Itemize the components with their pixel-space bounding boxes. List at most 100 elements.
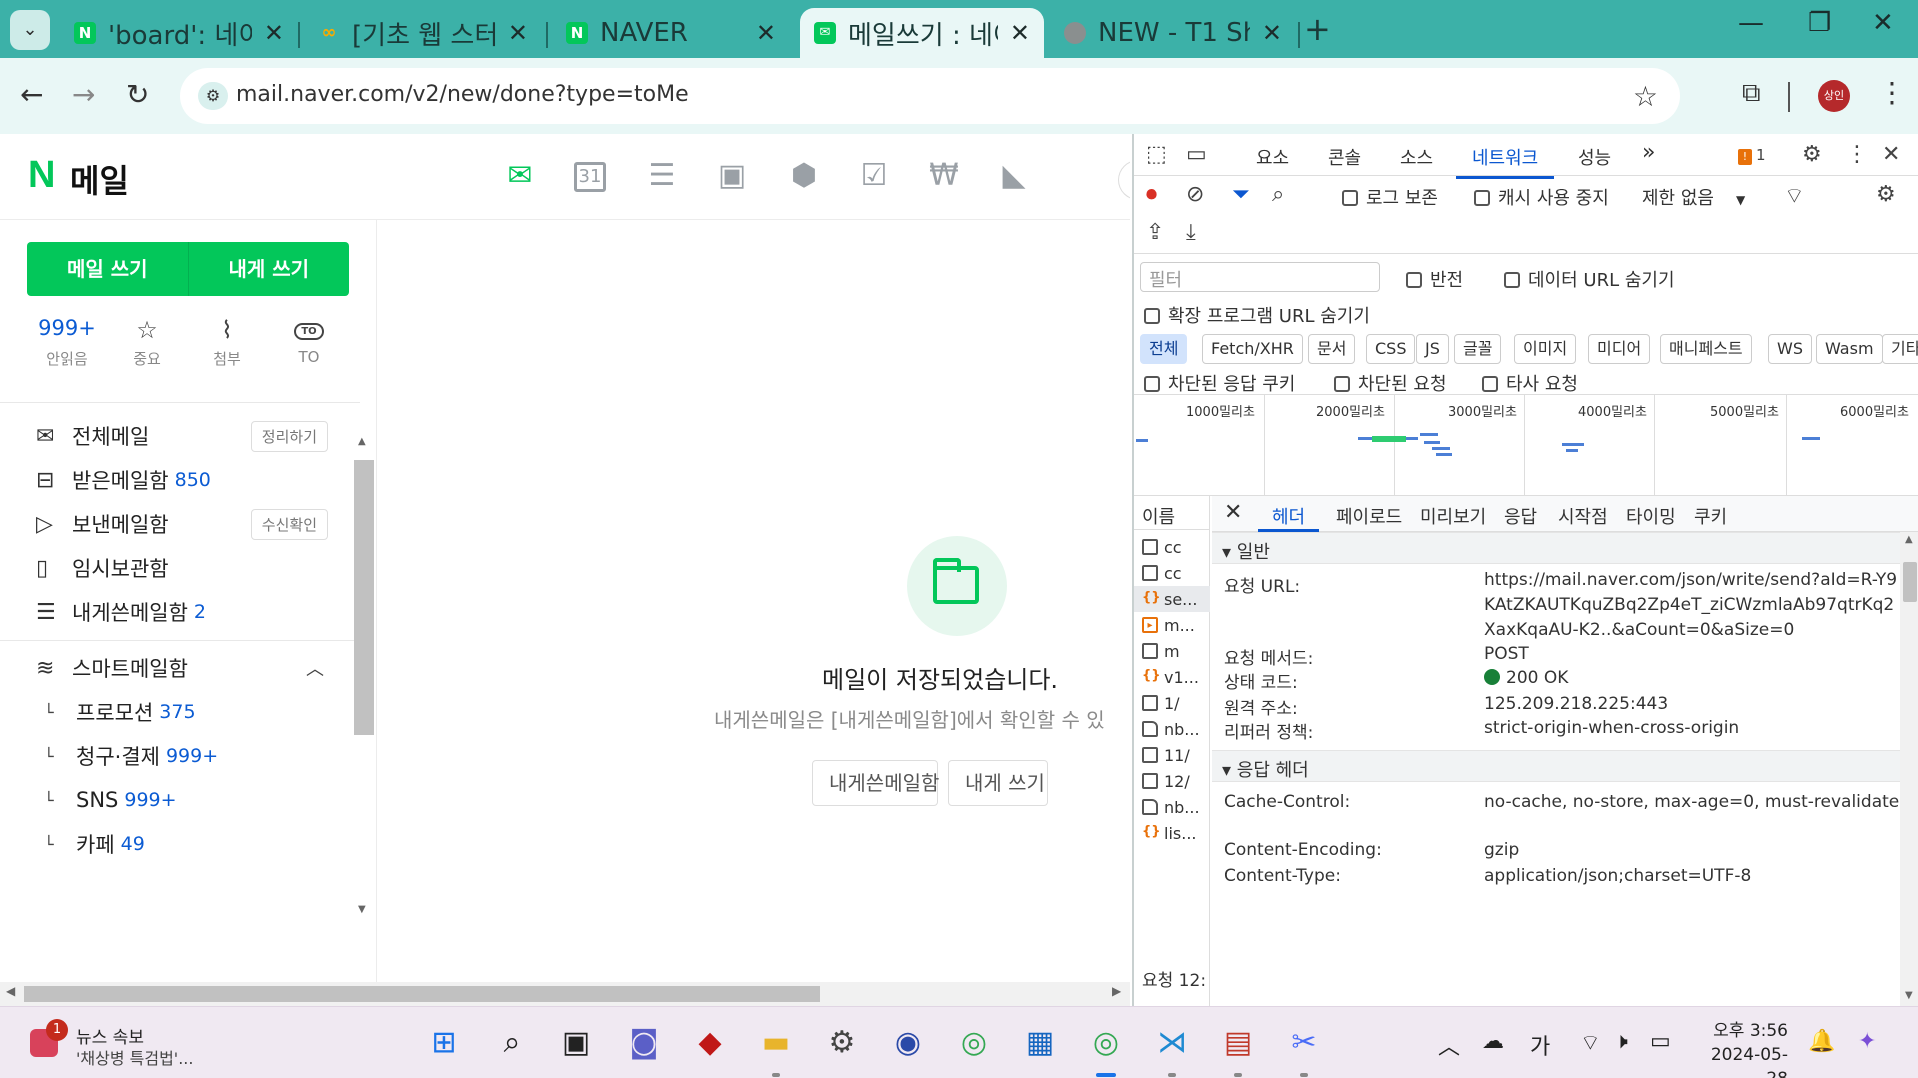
close-window-icon[interactable]: ✕ <box>1872 8 1894 38</box>
compose-self-button[interactable]: 내게 쓰기 <box>189 242 350 296</box>
search-icon[interactable]: ⌕ <box>492 1023 532 1063</box>
browser-tab-1[interactable]: ∞ [기초 웹 스터디 3 ✕ <box>304 8 542 58</box>
tab-timing[interactable]: 타이밍 <box>1626 503 1676 529</box>
chevron-up-icon[interactable]: ︿ <box>306 655 324 681</box>
search-icon[interactable]: ⌕ <box>1272 182 1284 207</box>
wifi-conditions-icon[interactable]: ⌔ <box>1784 182 1805 210</box>
folder-to-me[interactable]: ☰ 내게쓴메일함 2 <box>36 594 336 630</box>
folder-drafts[interactable]: ▯ 임시보관함 <box>36 550 336 586</box>
store-icon[interactable]: ▦ <box>1020 1023 1060 1063</box>
request-row[interactable]: 12/ <box>1134 768 1210 794</box>
scroll-up-icon[interactable]: ▲ <box>1905 534 1913 545</box>
chrome-icon[interactable]: ◎ <box>954 1023 994 1063</box>
back-icon[interactable]: ← <box>20 78 43 111</box>
type-filter-css[interactable]: CSS <box>1366 334 1416 364</box>
hide-extension-urls-checkbox[interactable]: 확장 프로그램 URL 숨기기 <box>1144 302 1370 328</box>
type-filter-image[interactable]: 이미지 <box>1514 334 1577 364</box>
scrollbar-thumb[interactable] <box>1903 562 1917 602</box>
folder-sent[interactable]: ▷ 보낸메일함 수신확인 <box>36 506 336 542</box>
copilot-icon[interactable]: ✦ <box>1858 1029 1876 1054</box>
subfolder-promotion[interactable]: └ 프로모션 375 <box>44 694 196 730</box>
forward-icon[interactable]: → <box>72 78 95 111</box>
box-icon[interactable]: ⬢ <box>786 158 822 194</box>
checkbox[interactable] <box>1504 272 1520 288</box>
tab-initiator[interactable]: 시작점 <box>1558 503 1608 529</box>
quick-attachment[interactable]: ⌇ 첨부 <box>190 316 264 369</box>
quick-important[interactable]: ☆ 중요 <box>110 316 184 369</box>
scroll-left-icon[interactable]: ◀ <box>6 984 15 998</box>
reload-icon[interactable]: ↻ <box>126 78 149 111</box>
general-section-header[interactable]: ▾ 일반 <box>1212 532 1918 564</box>
write-to-self-button[interactable]: 내게 쓰기 <box>948 760 1048 806</box>
type-filter-fetch-xhr[interactable]: Fetch/XHR <box>1202 334 1303 364</box>
close-devtools-icon[interactable]: ✕ <box>1882 142 1900 167</box>
request-row[interactable]: ▸ m... <box>1134 612 1210 638</box>
subfolder-billing[interactable]: └ 청구·결제 999+ <box>44 738 218 774</box>
settings-icon[interactable]: ⚙ <box>822 1023 862 1063</box>
sidebar-scrollbar[interactable]: ▲ ▼ <box>352 436 374 1006</box>
scroll-down-icon[interactable]: ▼ <box>358 904 366 915</box>
browser-tab-2[interactable]: N NAVER ✕ <box>552 8 790 58</box>
type-filter-other[interactable]: 기타 <box>1882 334 1918 364</box>
tab-payload[interactable]: 페이로드 <box>1336 503 1402 529</box>
hide-data-urls-checkbox[interactable]: 데이터 URL 숨기기 <box>1504 266 1675 292</box>
subfolder-sns[interactable]: └ SNS 999+ <box>44 782 177 818</box>
battery-icon[interactable]: ▭ <box>1650 1029 1671 1054</box>
request-row[interactable]: nb... <box>1134 716 1210 742</box>
tab-response[interactable]: 응답 <box>1504 503 1537 529</box>
compose-mail-button[interactable]: 메일 쓰기 <box>27 242 189 296</box>
issues-counter[interactable]: ! 1 <box>1738 146 1766 165</box>
network-settings-icon[interactable]: ⚙ <box>1876 182 1896 207</box>
request-row[interactable]: {} v1... <box>1134 664 1210 690</box>
throttle-select[interactable]: 제한 없음 ▼ <box>1642 184 1745 210</box>
request-row-selected[interactable]: {} se... <box>1134 586 1210 612</box>
invert-checkbox[interactable]: 반전 <box>1406 266 1463 292</box>
settings-gear-icon[interactable]: ⚙ <box>1802 142 1822 167</box>
subfolder-cafe[interactable]: └ 카페 49 <box>44 826 145 862</box>
contacts-icon[interactable]: ▣ <box>714 158 750 194</box>
url-text[interactable]: mail.naver.com/v2/new/done?type=toMe <box>236 82 689 107</box>
checkbox[interactable] <box>1144 376 1160 392</box>
wifi-icon[interactable]: ⌔ <box>1580 1029 1601 1057</box>
response-headers-section-header[interactable]: ▾ 응답 헤더 <box>1212 750 1918 782</box>
file-explorer-icon[interactable]: ▬ <box>756 1023 796 1077</box>
request-row[interactable]: cc <box>1134 534 1210 560</box>
type-filter-media[interactable]: 미디어 <box>1588 334 1651 364</box>
record-stop-icon[interactable]: ⏺ <box>1146 182 1157 207</box>
filter-input[interactable]: 필터 <box>1140 262 1380 292</box>
close-icon[interactable]: ✕ <box>264 19 284 47</box>
preserve-log-checkbox[interactable]: 로그 보존 <box>1342 184 1438 210</box>
naver-logo[interactable]: N <box>28 154 55 197</box>
request-row[interactable]: 1/ <box>1134 690 1210 716</box>
tab-search-button[interactable]: ⌄ <box>10 10 50 50</box>
tab-performance[interactable]: 성능 <box>1578 144 1611 170</box>
tab-elements[interactable]: 요소 <box>1256 144 1289 170</box>
notification-bell-icon[interactable]: 🔔 <box>1808 1029 1835 1054</box>
type-filter-js[interactable]: JS <box>1416 334 1449 364</box>
chrome-profile-icon[interactable]: ◎ <box>1086 1023 1126 1077</box>
browser-tab-3[interactable]: ✉ 메일쓰기 : 네이버 ✕ <box>800 8 1044 58</box>
minimize-icon[interactable]: — <box>1738 8 1764 38</box>
request-row[interactable]: {} lis... <box>1134 820 1210 846</box>
start-icon[interactable]: ⊞ <box>424 1023 464 1063</box>
close-icon[interactable]: ✕ <box>508 19 528 47</box>
tab-network[interactable]: 네트워크 <box>1455 144 1555 179</box>
system-clock[interactable]: 오후 3:56 2024-05-28 <box>1690 1019 1788 1078</box>
disable-cache-checkbox[interactable]: 캐시 사용 중지 <box>1474 184 1609 210</box>
checkbox[interactable] <box>1482 376 1498 392</box>
close-icon[interactable]: ✕ <box>756 19 776 47</box>
name-column-header[interactable]: 이름 <box>1134 496 1210 530</box>
browser-menu-icon[interactable]: ⋮ <box>1878 76 1906 109</box>
devtools-menu-icon[interactable]: ⋮ <box>1846 142 1868 167</box>
vscode-icon[interactable]: ⋊ <box>1152 1023 1192 1077</box>
filter-icon[interactable]: ⏷ <box>1232 182 1250 207</box>
device-toolbar-icon[interactable]: ▭ <box>1186 142 1207 167</box>
browser-tab-4[interactable]: NEW - T1 Shop ✕ <box>1050 8 1296 58</box>
checklist-icon[interactable]: ☑ <box>856 158 892 194</box>
new-tab-icon[interactable]: + <box>1304 10 1331 48</box>
folder-all-mail[interactable]: ✉ 전체메일 정리하기 <box>36 418 336 454</box>
pdf-editor-icon[interactable]: ▤ <box>1218 1023 1258 1077</box>
checkbox[interactable] <box>1474 190 1490 206</box>
tab-sources[interactable]: 소스 <box>1400 144 1433 170</box>
tab-console[interactable]: 콘솔 <box>1328 144 1361 170</box>
